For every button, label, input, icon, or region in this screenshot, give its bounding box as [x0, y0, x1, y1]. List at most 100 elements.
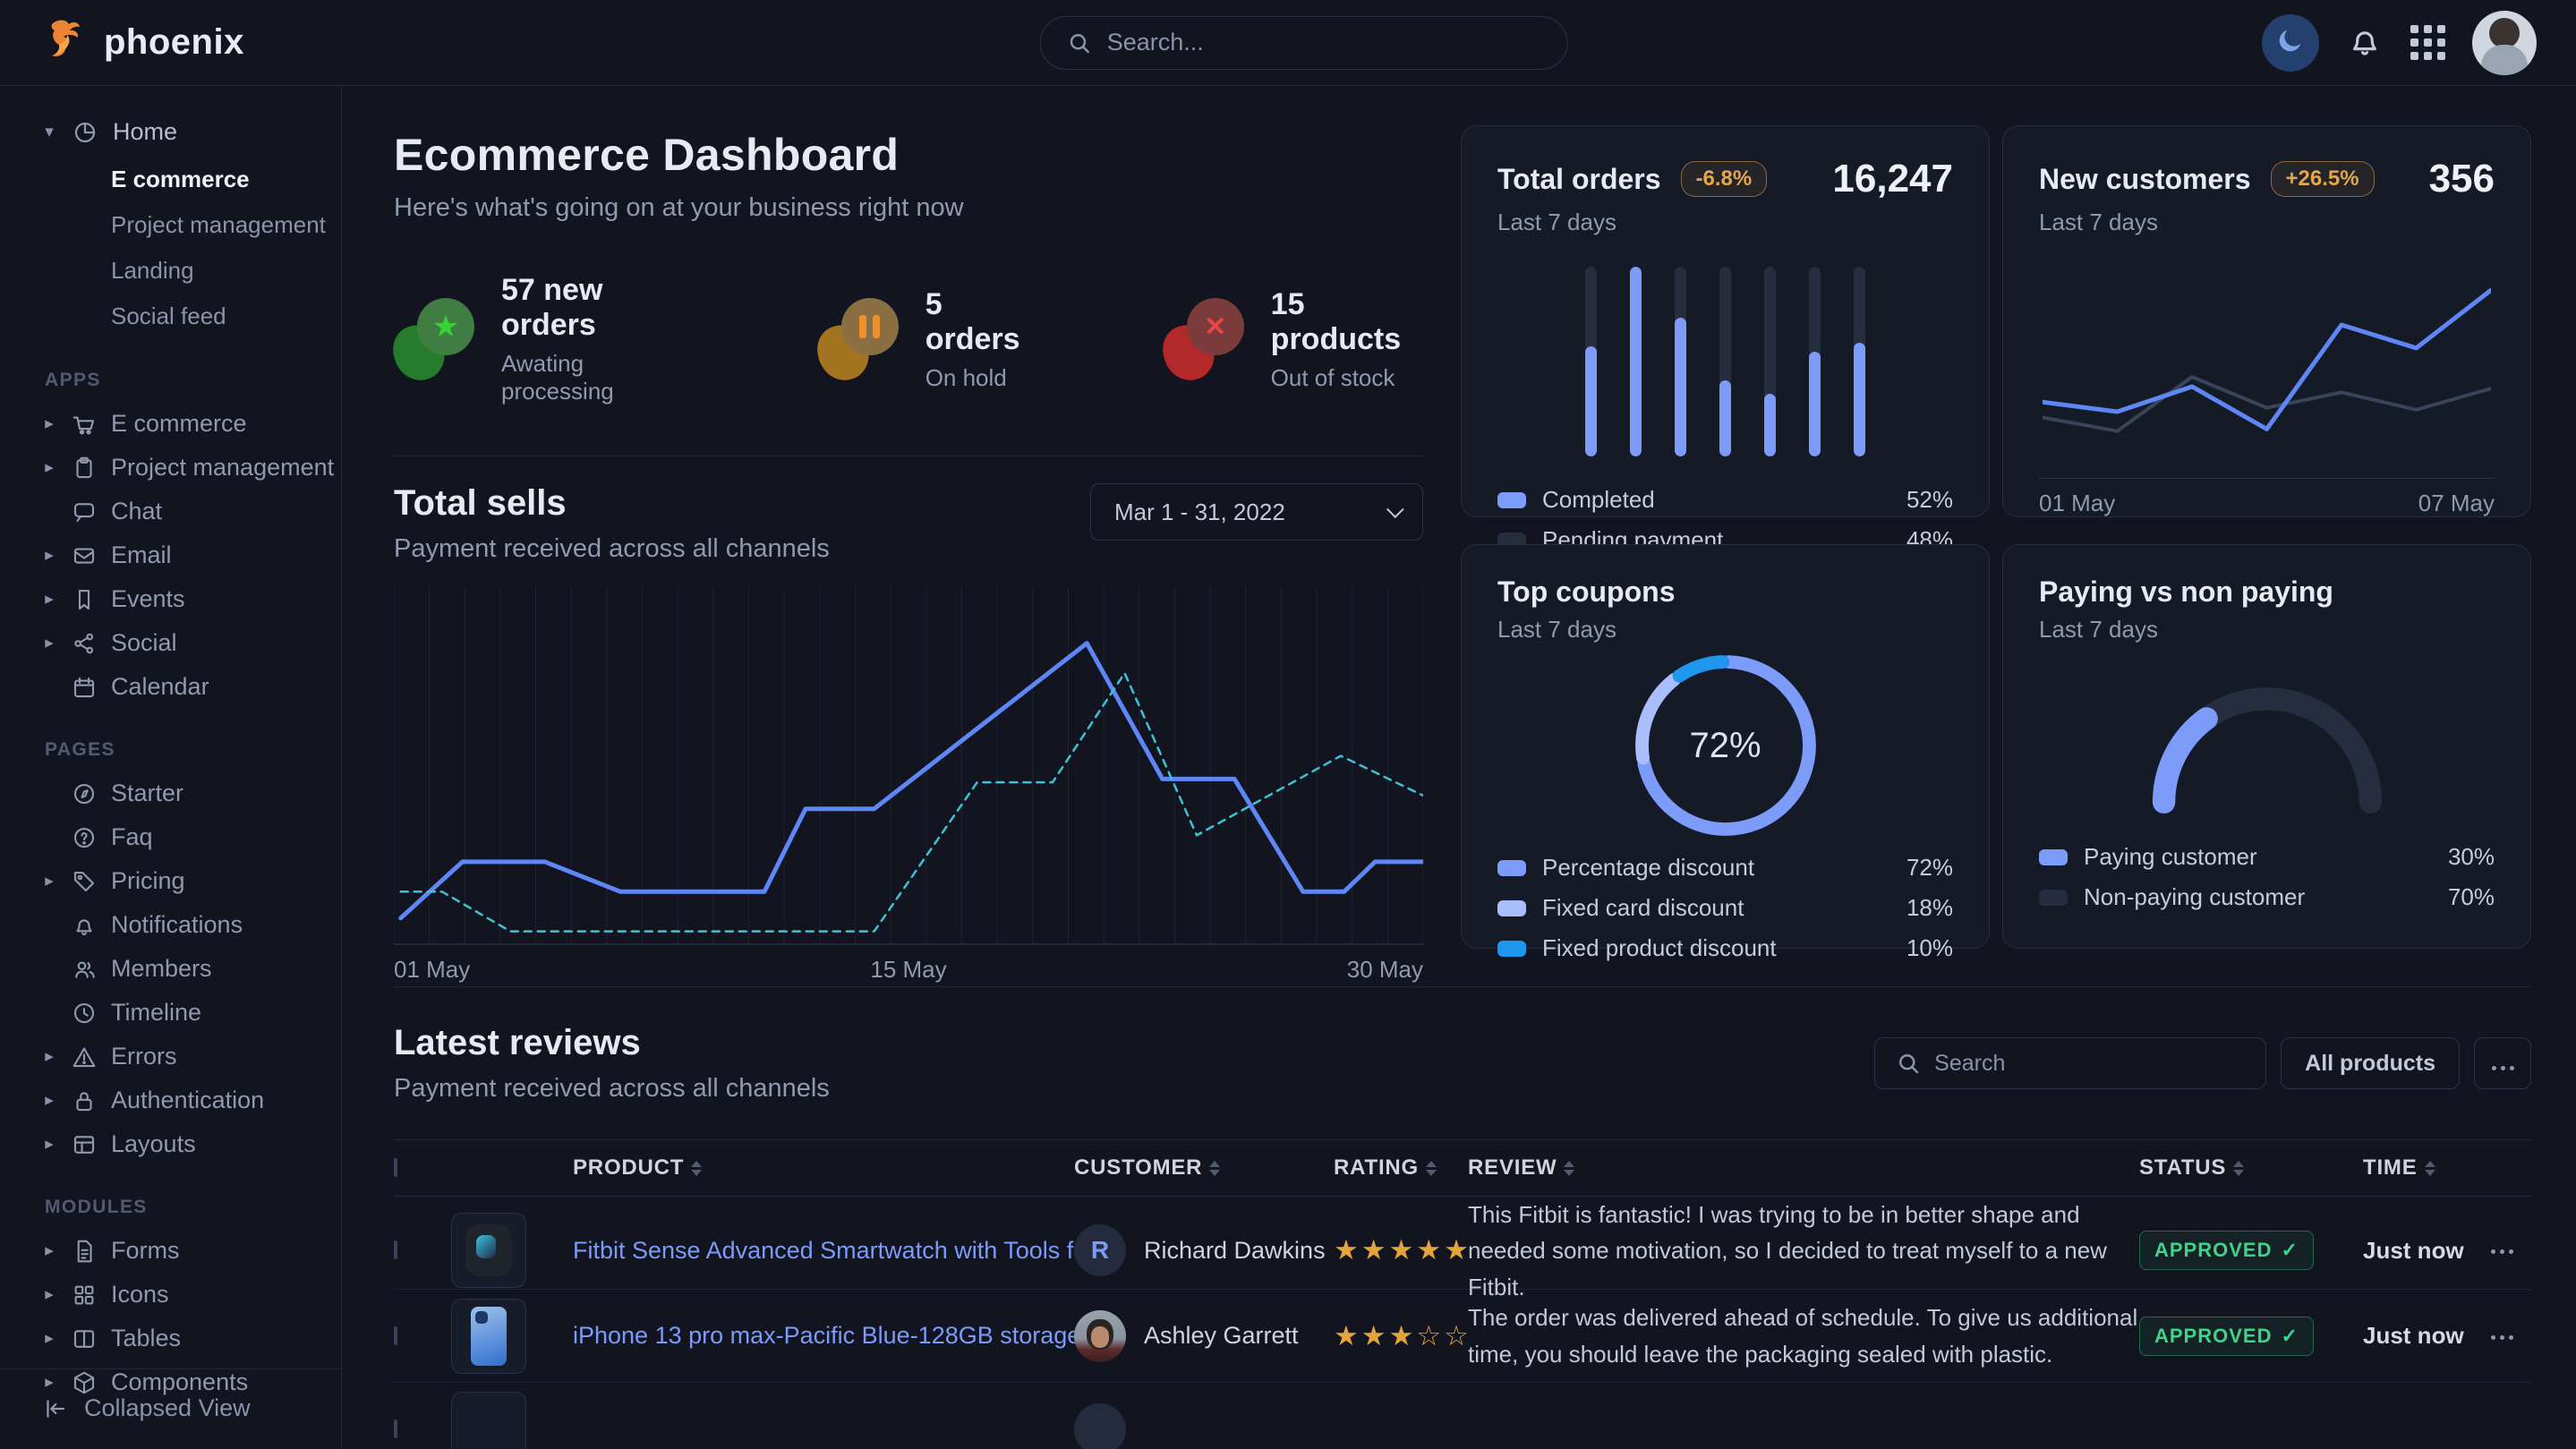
- sidebar-item-social-feed[interactable]: Social feed: [0, 294, 341, 339]
- sidebar-item-tables[interactable]: ▸Tables: [0, 1317, 341, 1360]
- sidebar-item-forms[interactable]: ▸ Forms: [0, 1229, 341, 1273]
- customer-photo: [1074, 1310, 1126, 1362]
- sidebar-item-label: Icons: [111, 1281, 169, 1308]
- main-content: Ecommerce Dashboard Here's what's going …: [342, 86, 2576, 1449]
- dashboard-left-column: Ecommerce Dashboard Here's what's going …: [394, 125, 1423, 986]
- customer-avatar[interactable]: R: [1074, 1224, 1126, 1276]
- caret-right-icon: ▸: [41, 1240, 57, 1261]
- sidebar-item-home[interactable]: ▾ Home: [0, 109, 341, 155]
- product-thumbnail[interactable]: [451, 1392, 526, 1449]
- sidebar-item-timeline[interactable]: ▸Timeline: [0, 991, 341, 1035]
- column-header-time[interactable]: TIME: [2363, 1155, 2488, 1181]
- customer-avatar[interactable]: [1074, 1403, 1126, 1449]
- sidebar-item-label: Pricing: [111, 867, 185, 895]
- mail-icon: [71, 542, 98, 569]
- x-label-start: 01 May: [394, 956, 470, 984]
- sidebar-item-faq[interactable]: ▸Faq: [0, 815, 341, 859]
- legend-item-fixed-product-discount: Fixed product discount10%: [1497, 928, 1953, 968]
- new-customers-x-end: 07 May: [2418, 490, 2495, 517]
- sidebar-item-icons[interactable]: ▸Icons: [0, 1273, 341, 1317]
- cell-status: APPROVED✓: [2139, 1317, 2363, 1356]
- cell-rating: ★★★☆☆: [1334, 1320, 1468, 1352]
- stats-row: ★57 new ordersAwating processing5 orders…: [394, 273, 1423, 405]
- apps-menu-button[interactable]: [2410, 25, 2445, 60]
- row-checkbox[interactable]: [394, 1240, 397, 1259]
- column-header-review[interactable]: REVIEW: [1468, 1155, 2139, 1181]
- sort-icon: [1426, 1161, 1437, 1176]
- product-thumbnail[interactable]: [451, 1299, 526, 1374]
- global-search[interactable]: [1040, 16, 1568, 70]
- order-bar: [1675, 267, 1686, 456]
- sidebar-item-notifications[interactable]: ▸Notifications: [0, 903, 341, 947]
- review-time: Just now: [2363, 1237, 2464, 1264]
- x-label-mid: 15 May: [870, 956, 946, 984]
- sidebar-item-errors[interactable]: ▸Errors: [0, 1035, 341, 1078]
- theme-toggle-button[interactable]: [2262, 14, 2319, 72]
- customer-avatar[interactable]: [1074, 1310, 1126, 1362]
- sidebar-item-label: Forms: [111, 1237, 180, 1265]
- sidebar-item-label: Project management: [111, 454, 334, 482]
- product-link[interactable]: iPhone 13 pro max-Pacific Blue-128GB sto…: [573, 1322, 1107, 1349]
- sidebar-item-email[interactable]: ▸Email: [0, 533, 341, 577]
- sidebar-item-calendar[interactable]: ▸Calendar: [0, 665, 341, 709]
- search-input[interactable]: [1107, 29, 1542, 56]
- sidebar-item-project-management[interactable]: Project management: [0, 202, 341, 248]
- sidebar-item-layouts[interactable]: ▸Layouts: [0, 1122, 341, 1166]
- caret-down-icon[interactable]: ▾: [41, 122, 57, 142]
- customer-name: Ashley Garrett: [1144, 1322, 1299, 1350]
- caret-right-icon: ▸: [41, 545, 57, 566]
- column-header-product[interactable]: PRODUCT: [573, 1155, 1074, 1181]
- navbar-actions: [2262, 11, 2537, 75]
- question-icon: [71, 824, 98, 851]
- top-coupons-card: Top coupons Last 7 days 72% Percentage d…: [1461, 544, 1990, 949]
- sidebar-item-e-commerce[interactable]: E commerce: [0, 157, 341, 202]
- sidebar-item-chat[interactable]: ▸Chat: [0, 490, 341, 533]
- stat-awating-processing: ★57 new ordersAwating processing: [394, 273, 684, 405]
- stat-pause-icon: [818, 298, 900, 380]
- sidebar-item-landing[interactable]: Landing: [0, 248, 341, 294]
- all-products-button[interactable]: All products: [2281, 1037, 2460, 1089]
- brand[interactable]: phoenix: [39, 15, 244, 70]
- column-header-rating[interactable]: RATING: [1334, 1155, 1468, 1181]
- total-sells-chart[interactable]: [394, 587, 1423, 945]
- date-range-value: Mar 1 - 31, 2022: [1114, 499, 1285, 526]
- sidebar-item-label: Errors: [111, 1043, 177, 1070]
- legend-item-fixed-card-discount: Fixed card discount18%: [1497, 888, 1953, 928]
- caret-right-icon: ▸: [41, 1328, 57, 1349]
- sort-icon: [2233, 1161, 2244, 1176]
- column-header-status[interactable]: STATUS: [2139, 1155, 2363, 1181]
- product-link[interactable]: Fitbit Sense Advanced Smartwatch with To…: [573, 1237, 1134, 1264]
- row-checkbox[interactable]: [394, 1326, 397, 1345]
- row-checkbox[interactable]: [394, 1419, 397, 1438]
- reviews-search[interactable]: [1874, 1037, 2266, 1089]
- cell-customer: [1074, 1403, 1334, 1449]
- select-all-checkbox[interactable]: [394, 1158, 397, 1177]
- cell-review: The order was delivered ahead of schedul…: [1468, 1300, 2139, 1372]
- sidebar-item-pricing[interactable]: ▸Pricing: [0, 859, 341, 903]
- row-more-button[interactable]: [2488, 1242, 2515, 1257]
- top-coupons-legend: Percentage discount72%Fixed card discoun…: [1497, 848, 1953, 968]
- sidebar-item-authentication[interactable]: ▸Authentication: [0, 1078, 341, 1122]
- legend-item-non-paying-customer: Non-paying customer70%: [2039, 877, 2495, 917]
- sidebar-item-members[interactable]: ▸Members: [0, 947, 341, 991]
- legend-value: 70%: [2448, 883, 2495, 911]
- sidebar-item-label: Notifications: [111, 911, 243, 939]
- reviews-more-button[interactable]: [2474, 1037, 2531, 1089]
- collapsed-view-toggle[interactable]: Collapsed View: [0, 1368, 341, 1449]
- section-title-apps: APPS: [45, 370, 341, 391]
- user-avatar[interactable]: [2472, 11, 2537, 75]
- sidebar-item-events[interactable]: ▸Events: [0, 577, 341, 621]
- reviews-search-input[interactable]: [1934, 1051, 2246, 1077]
- product-thumbnail[interactable]: [451, 1213, 526, 1288]
- sidebar-item-social[interactable]: ▸Social: [0, 621, 341, 665]
- notifications-button[interactable]: [2346, 21, 2384, 64]
- sidebar-item-project-management[interactable]: ▸ Project management: [0, 446, 341, 490]
- sidebar-item-starter[interactable]: ▸Starter: [0, 771, 341, 815]
- date-range-select[interactable]: Mar 1 - 31, 2022: [1090, 483, 1423, 541]
- x-label-end: 30 May: [1347, 956, 1423, 984]
- caret-right-icon: ▸: [41, 457, 57, 478]
- column-header-customer[interactable]: CUSTOMER: [1074, 1155, 1334, 1181]
- row-more-button[interactable]: [2488, 1328, 2515, 1343]
- sidebar-item-e-commerce[interactable]: ▸E commerce: [0, 402, 341, 446]
- bookmark-icon: [71, 586, 98, 613]
